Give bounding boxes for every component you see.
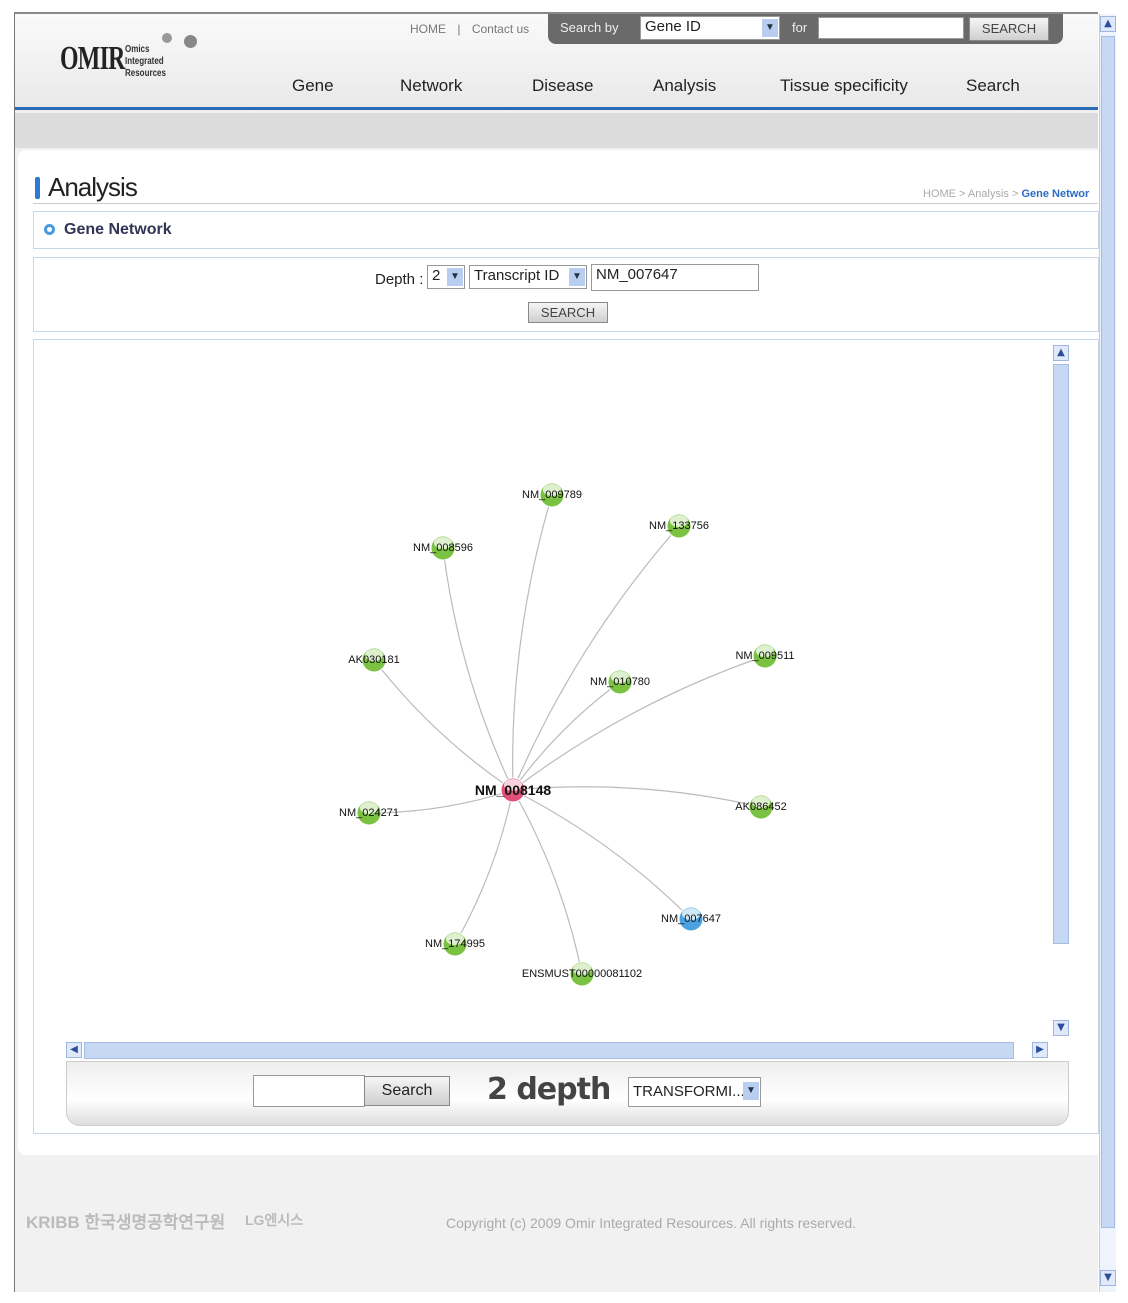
- depth-label: Depth :: [375, 271, 424, 288]
- network-edge: [512, 681, 621, 791]
- network-edge: [512, 789, 583, 975]
- network-edge: [442, 547, 514, 791]
- page-scrollbar-thumb[interactable]: [1101, 36, 1115, 1228]
- search-form: Depth : 2 ▼ Transcript ID ▼ NM_007647 SEAR…: [33, 257, 1099, 332]
- network-edge: [373, 659, 514, 791]
- chevron-down-icon: ▼: [743, 1082, 759, 1100]
- breadcrumb-path[interactable]: HOME > Analysis >: [923, 188, 1021, 200]
- home-link[interactable]: HOME: [410, 22, 446, 36]
- scroll-down-icon[interactable]: ▼: [1053, 1020, 1069, 1036]
- divider: [33, 203, 1098, 204]
- select-value: 2: [432, 267, 441, 284]
- logo-line: Integrated: [125, 56, 164, 67]
- node-label: NM_024271: [339, 807, 399, 819]
- section-header: Gene Network: [33, 211, 1099, 249]
- node-label: NM_174995: [425, 938, 485, 950]
- site-logo[interactable]: OMIR: [60, 40, 125, 78]
- network-svg: [356, 482, 778, 987]
- search-by-label: Search by: [560, 20, 619, 35]
- top-links: HOME | Contact us: [410, 22, 530, 36]
- nav-search[interactable]: Search: [966, 76, 1020, 96]
- id-input[interactable]: NM_007647: [591, 264, 759, 291]
- kribb-logo: KRIBB 한국생명공학연구원: [26, 1213, 226, 1232]
- page-title: Analysis: [48, 172, 138, 202]
- circle-bullet-icon: [44, 224, 55, 235]
- form-search-button[interactable]: SEARCH: [528, 302, 608, 323]
- filter-select[interactable]: TRANSFORMI... ▼: [628, 1077, 761, 1107]
- gray-band: [15, 113, 1098, 148]
- node-label: AK030181: [348, 654, 400, 666]
- node-label: NM_007647: [661, 913, 721, 925]
- scroll-up-icon[interactable]: ▲: [1053, 345, 1069, 361]
- depth-select[interactable]: 2 ▼: [427, 265, 465, 289]
- copyright: Copyright (c) 2009 Omir Integrated Resou…: [446, 1215, 857, 1231]
- lg-logo: LG엔시스: [245, 1212, 304, 1228]
- network-graph[interactable]: NM_009789 NM_133756 NM_008596 AK030181 NM_00…: [34, 341, 1050, 1041]
- chevron-down-icon: ▼: [447, 268, 463, 286]
- nav-network[interactable]: Network: [400, 76, 462, 96]
- nav-disease[interactable]: Disease: [532, 76, 593, 96]
- scroll-left-icon[interactable]: ◀: [66, 1042, 82, 1058]
- chevron-down-icon: ▼: [762, 19, 778, 37]
- graph-horizontal-scrollbar[interactable]: [84, 1042, 1014, 1059]
- select-value: Transcript ID: [474, 267, 560, 284]
- network-edge: [512, 789, 692, 920]
- scroll-up-icon[interactable]: ▲: [1100, 16, 1116, 32]
- depth-indicator: 2 depth: [487, 1072, 611, 1107]
- select-value: Gene ID: [645, 18, 701, 35]
- graph-toolbar: Search 2 depth TRANSFORMI... ▼: [66, 1061, 1069, 1126]
- logo-line: Omics: [125, 44, 150, 55]
- network-edge: [512, 494, 553, 791]
- title-accent: [35, 177, 40, 199]
- breadcrumb: HOME > Analysis > Gene Networ: [923, 188, 1089, 200]
- search-by-select[interactable]: Gene ID ▼: [640, 16, 780, 40]
- section-title: Gene Network: [64, 221, 172, 238]
- id-type-select[interactable]: Transcript ID ▼: [469, 265, 587, 289]
- node-label: NM_010780: [590, 676, 650, 688]
- node-search-input[interactable]: [253, 1075, 365, 1107]
- header-search-button[interactable]: SEARCH: [969, 17, 1049, 41]
- node-label: NM_133756: [649, 520, 709, 532]
- breadcrumb-current: Gene Networ: [1021, 188, 1090, 200]
- nav-gene[interactable]: Gene: [292, 76, 334, 96]
- molecule-icon: [184, 35, 197, 48]
- logo-subtitle: Omics Integrated Resources: [125, 44, 166, 80]
- nav-analysis[interactable]: Analysis: [653, 76, 716, 96]
- graph-vertical-scrollbar[interactable]: [1053, 364, 1069, 944]
- node-label: NM_009789: [522, 489, 582, 501]
- node-label: AK086452: [735, 801, 787, 813]
- header-search-bar: Search by Gene ID ▼ for SEARCH: [548, 14, 1063, 44]
- logo-line: Resources: [125, 68, 166, 79]
- page-scrollbar-track[interactable]: ▲ ▼: [1099, 14, 1116, 1292]
- network-edge: [512, 525, 680, 791]
- nav-tissue-specificity[interactable]: Tissue specificity: [780, 76, 908, 96]
- scroll-down-icon[interactable]: ▼: [1100, 1270, 1116, 1286]
- node-label: NM_009511: [735, 650, 795, 662]
- chevron-down-icon: ▼: [569, 268, 585, 286]
- molecule-icon: [162, 33, 172, 43]
- scroll-right-icon[interactable]: ▶: [1032, 1042, 1048, 1058]
- node-label: NM_008596: [413, 542, 473, 554]
- contact-link[interactable]: Contact us: [472, 22, 529, 36]
- node-label: ENSMUST00000081102: [521, 968, 643, 980]
- node-label: NM_008148: [474, 782, 552, 798]
- select-value: TRANSFORMI...: [633, 1083, 745, 1100]
- node-search-button[interactable]: Search: [364, 1076, 450, 1106]
- network-edge: [454, 789, 514, 945]
- for-label: for: [792, 20, 808, 35]
- header-search-input[interactable]: [818, 17, 964, 39]
